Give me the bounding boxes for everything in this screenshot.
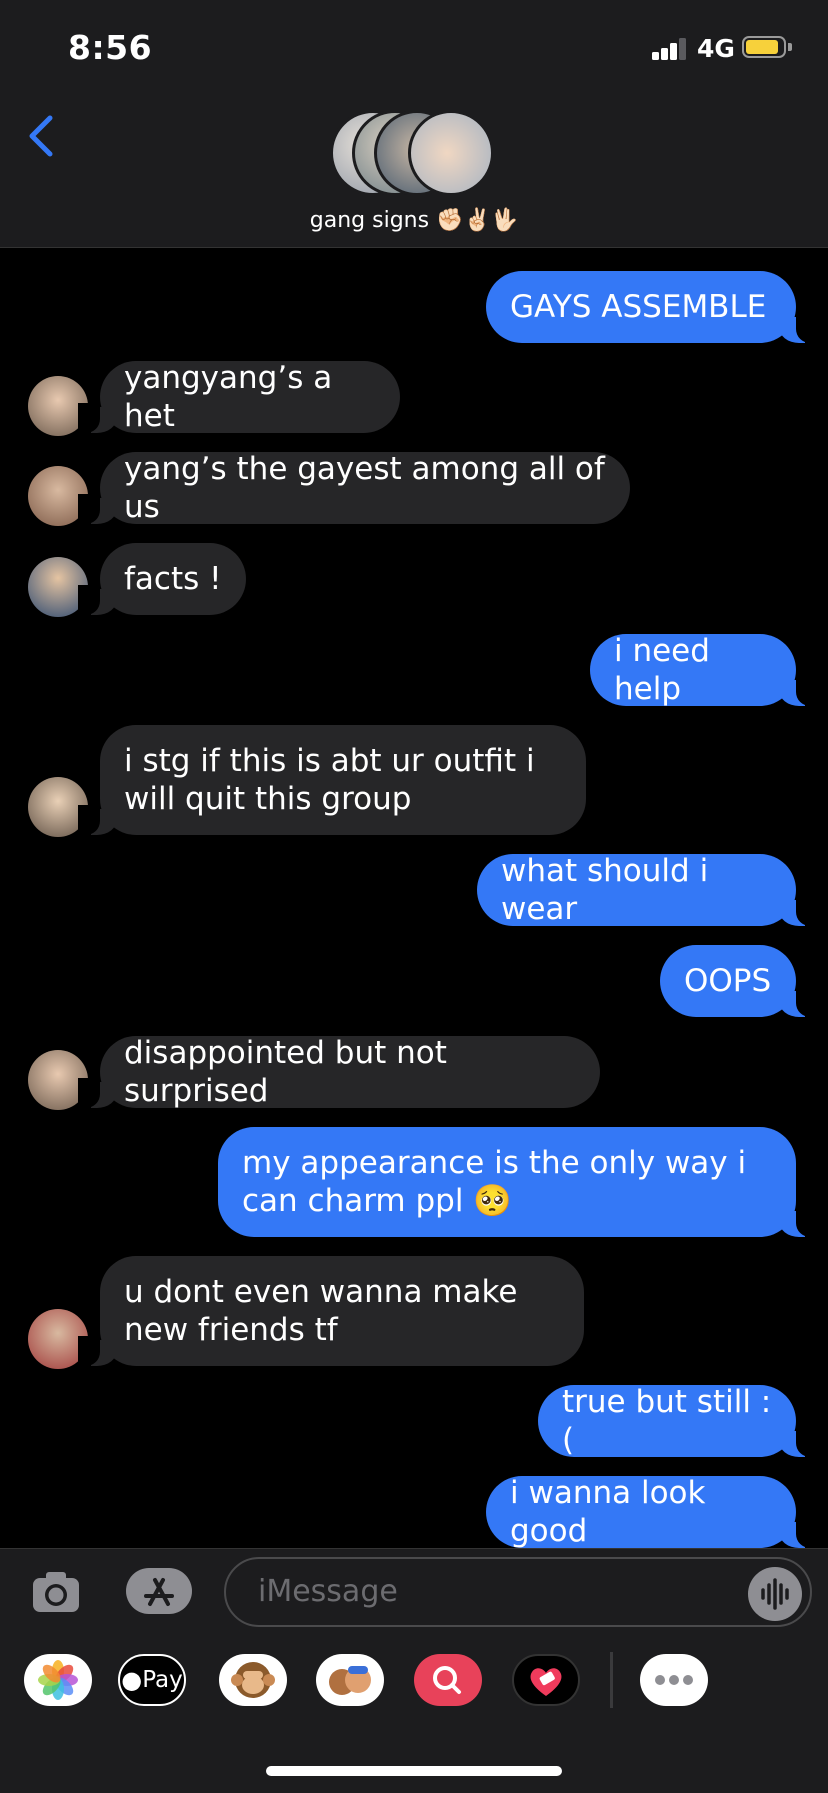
incoming-message[interactable]: u dont even wanna make new friends tf: [78, 1256, 584, 1366]
cellular-signal-icon: [652, 38, 688, 60]
message-input-placeholder: iMessage: [258, 1574, 398, 1609]
animoji-monkey-icon[interactable]: [219, 1654, 287, 1706]
outgoing-message[interactable]: i need help: [590, 633, 818, 707]
app-store-icon[interactable]: [126, 1568, 192, 1614]
incoming-message[interactable]: i stg if this is abt ur outfit i will qu…: [78, 725, 586, 835]
network-type: 4G: [697, 34, 735, 63]
apple-pay-label: Pay: [142, 1667, 183, 1693]
outgoing-message[interactable]: OOPS: [660, 945, 818, 1017]
group-name[interactable]: gang signs ✊🏻✌🏻🖖🏻: [0, 208, 828, 233]
digital-touch-icon[interactable]: [512, 1654, 580, 1706]
group-avatar-stack[interactable]: [330, 110, 500, 196]
memoji-icon[interactable]: [316, 1654, 384, 1706]
member-avatar: [408, 110, 494, 196]
incoming-message[interactable]: disappointed but not surprised: [78, 1035, 600, 1109]
battery-icon: [742, 36, 786, 58]
web-search-icon[interactable]: [414, 1654, 482, 1706]
incoming-message[interactable]: yang’s the gayest among all of us: [78, 451, 630, 525]
outgoing-message[interactable]: what should i wear: [477, 853, 818, 927]
incoming-message[interactable]: facts !: [78, 543, 246, 615]
outgoing-message[interactable]: my appearance is the only way i can char…: [218, 1127, 818, 1237]
photos-app-icon[interactable]: [24, 1654, 92, 1706]
outgoing-message[interactable]: true but still :(: [538, 1384, 818, 1458]
battery-cap: [788, 43, 792, 51]
app-drawer-divider: [610, 1652, 613, 1708]
outgoing-message[interactable]: i wanna look good: [486, 1475, 818, 1549]
status-time: 8:56: [68, 28, 153, 67]
home-indicator[interactable]: [266, 1766, 562, 1776]
back-chevron-icon[interactable]: [24, 112, 60, 160]
more-apps-icon[interactable]: [640, 1654, 708, 1706]
audio-waveform-icon[interactable]: [748, 1567, 802, 1621]
apple-pay-app-icon[interactable]: ● Pay: [118, 1654, 186, 1706]
camera-icon[interactable]: [30, 1565, 82, 1617]
outgoing-message[interactable]: GAYS ASSEMBLE: [486, 271, 818, 343]
incoming-message[interactable]: yangyang’s a het: [78, 360, 400, 434]
